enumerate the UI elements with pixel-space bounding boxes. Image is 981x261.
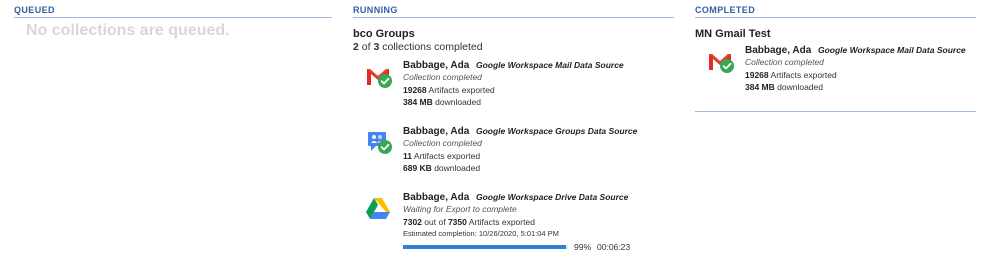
elapsed-time: 00:06:23 <box>597 241 631 252</box>
artifacts-label: Artifacts exported <box>413 150 481 161</box>
item-user: Babbage, Ada <box>745 45 812 56</box>
item-user: Babbage, Ada <box>403 60 470 71</box>
item-user: Babbage, Ada <box>403 126 470 137</box>
artifacts-count: 19268 <box>403 84 427 95</box>
item-status: Collection completed <box>403 72 482 82</box>
artifacts-done: 7302 <box>403 216 422 227</box>
item-artifacts: 19268 Artifacts exported <box>745 69 976 82</box>
running-column: RUNNING bco Groups 2 of 3 collections co… <box>353 0 674 261</box>
item-source: Google Workspace Drive Data Source <box>475 192 629 202</box>
queued-empty-message: No collections are queued. <box>26 22 230 39</box>
item-title: Babbage, Ada Google Workspace Mail Data … <box>403 59 674 71</box>
completed-column: COMPLETED MN Gmail Test Babbage, Ada Goo… <box>695 0 976 112</box>
item-artifacts: 19268 Artifacts exported <box>403 84 674 97</box>
artifacts-out-of-label: out of <box>424 216 446 227</box>
downloaded-label: downloaded <box>777 82 823 92</box>
completed-group-title[interactable]: MN Gmail Test <box>695 28 976 40</box>
downloaded-label: downloaded <box>435 97 481 107</box>
check-icon <box>378 74 392 88</box>
downloaded-label: downloaded <box>434 163 481 173</box>
completed-panel: MN Gmail Test Babbage, Ada Google Worksp… <box>695 28 976 112</box>
group-suffix-label: collections completed <box>382 41 483 53</box>
running-item-groups[interactable]: Babbage, Ada Google Workspace Groups Dat… <box>363 125 674 191</box>
completed-item-mail[interactable]: Babbage, Ada Google Workspace Mail Data … <box>705 44 976 110</box>
artifacts-count: 19268 <box>745 69 769 80</box>
artifacts-count: 11 <box>403 150 412 161</box>
completed-header: COMPLETED <box>695 0 976 18</box>
artifacts-label: Artifacts exported <box>468 216 535 227</box>
item-downloaded: 384 MB downloaded <box>403 96 674 109</box>
artifacts-label: Artifacts exported <box>770 69 837 80</box>
running-item-mail[interactable]: Babbage, Ada Google Workspace Mail Data … <box>363 59 674 125</box>
group-completed-count: 2 <box>353 41 359 53</box>
progress-row: 99% 00:06:23 <box>403 242 674 252</box>
artifacts-label: Artifacts exported <box>428 84 495 95</box>
queued-header: QUEUED <box>14 0 332 18</box>
item-source: Google Workspace Mail Data Source <box>817 45 966 55</box>
artifacts-total: 7350 <box>447 216 467 227</box>
progress-percent: 99% <box>574 241 592 252</box>
drive-icon <box>366 198 390 219</box>
item-status: Collection completed <box>403 138 482 148</box>
running-group-title[interactable]: bco Groups <box>353 28 674 40</box>
item-title: Babbage, Ada Google Workspace Drive Data… <box>403 191 674 203</box>
item-user: Babbage, Ada <box>403 192 470 203</box>
item-downloaded: 384 MB downloaded <box>745 81 976 94</box>
group-of-label: of <box>361 41 371 53</box>
downloaded-amount: 384 MB <box>745 82 775 92</box>
item-status: Waiting for Export to complete <box>403 204 517 214</box>
running-item-drive[interactable]: Babbage, Ada Google Workspace Drive Data… <box>363 191 674 261</box>
item-downloaded: 689 KB downloaded <box>403 162 674 175</box>
item-source: Google Workspace Mail Data Source <box>475 60 624 70</box>
item-title: Babbage, Ada Google Workspace Mail Data … <box>745 44 976 56</box>
queued-column: QUEUED No collections are queued. <box>14 0 332 40</box>
check-icon <box>378 140 392 154</box>
group-total-count: 3 <box>373 41 380 53</box>
running-header: RUNNING <box>353 0 674 18</box>
estimated-completion: Estimated completion: 10/26/2020, 5:01:0… <box>403 229 559 238</box>
check-icon <box>720 59 734 73</box>
progress-fill <box>403 244 567 249</box>
downloaded-amount: 689 KB <box>403 163 432 173</box>
downloaded-amount: 384 MB <box>403 97 433 107</box>
running-group-progress: 2 of 3 collections completed <box>353 41 674 53</box>
item-source: Google Workspace Groups Data Source <box>475 126 638 136</box>
item-status: Collection completed <box>745 57 824 67</box>
item-artifacts: 7302 out of 7350 Artifacts exported <box>403 216 674 229</box>
item-title: Babbage, Ada Google Workspace Groups Dat… <box>403 125 674 137</box>
item-artifacts: 11 Artifacts exported <box>403 150 674 163</box>
progress-bar <box>403 244 568 249</box>
